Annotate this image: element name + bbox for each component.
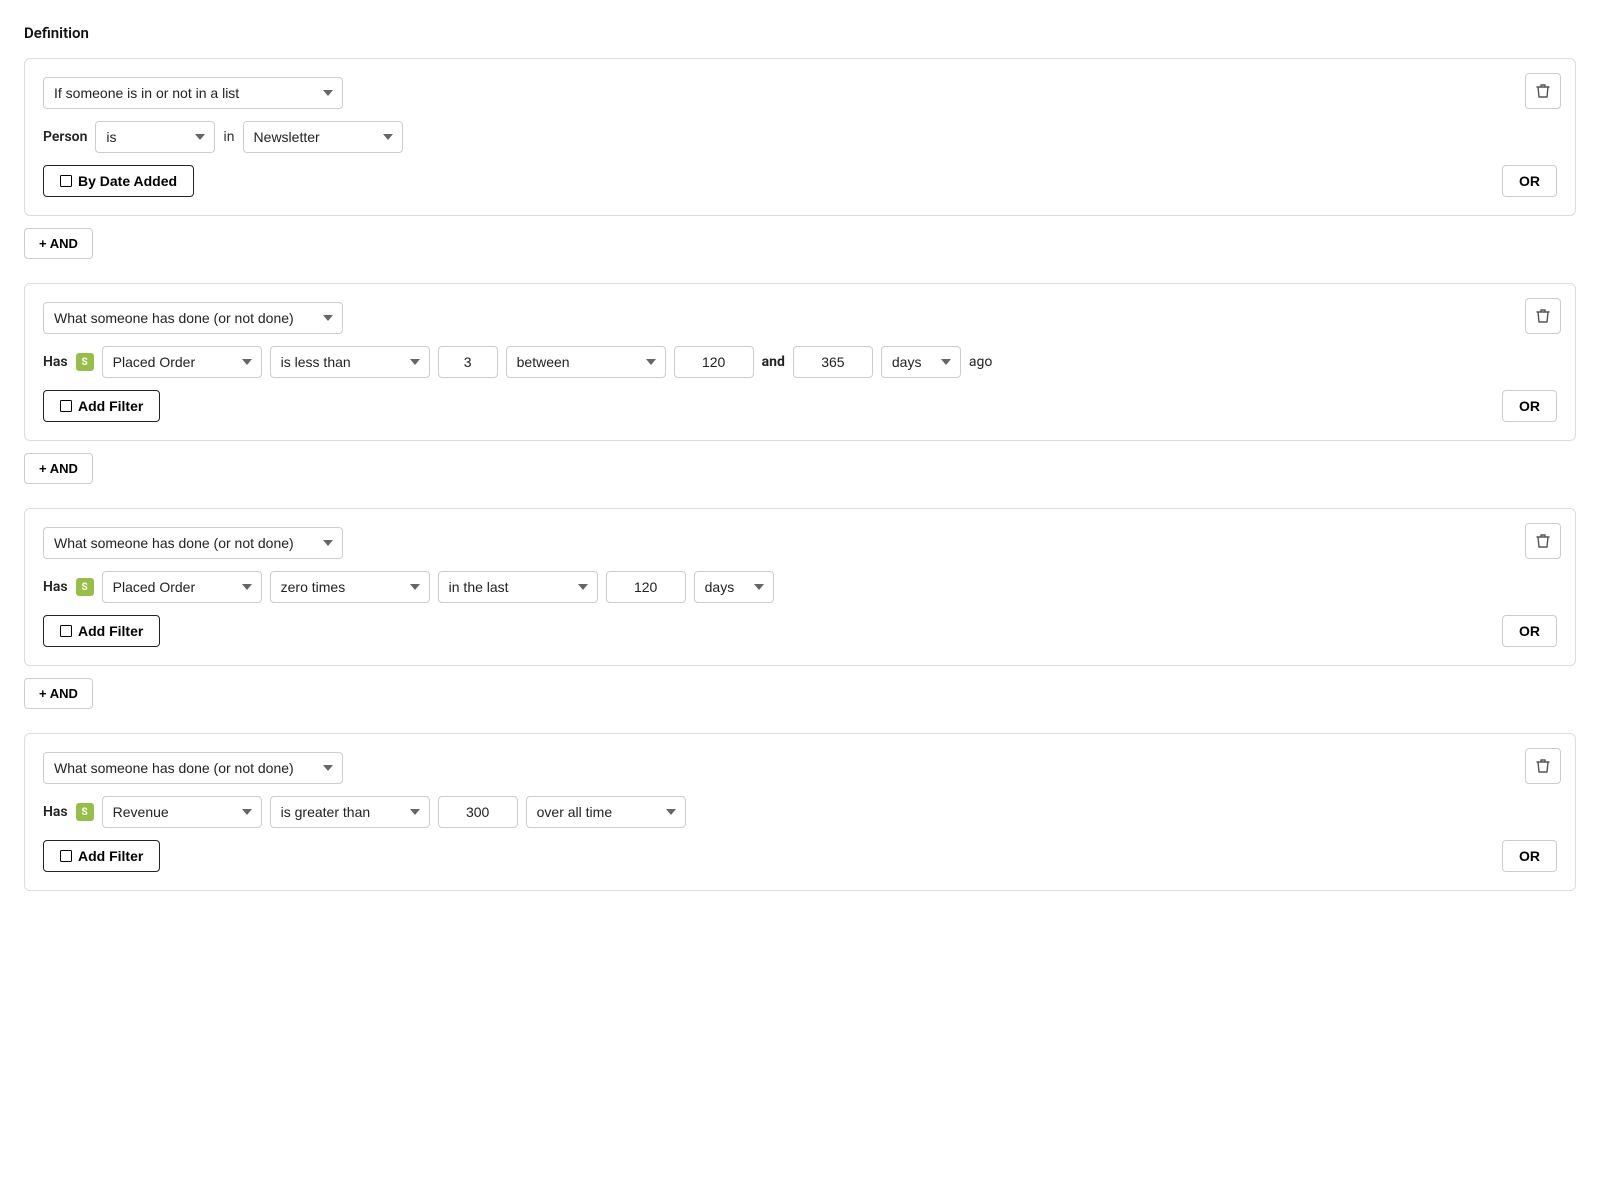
block4-value-input[interactable] — [438, 796, 518, 828]
block4-has-row: Has S Revenue is greater than over all t… — [43, 796, 1557, 828]
delete-block-2-button[interactable] — [1525, 298, 1561, 334]
block2-time-condition-select[interactable]: between — [506, 346, 666, 378]
block4-or-button[interactable]: OR — [1502, 840, 1557, 872]
block4-add-filter-button[interactable]: Add Filter — [43, 840, 160, 872]
block2-and-label: and — [762, 354, 785, 370]
block4-has-label: Has — [43, 804, 68, 820]
and-button-1-container: + AND — [24, 228, 1576, 271]
block4-top-row: What someone has done (or not done) — [43, 752, 1557, 784]
block3-has-row: Has S Placed Order zero times in the las… — [43, 571, 1557, 603]
block1-or-button[interactable]: OR — [1502, 165, 1557, 197]
shopify-icon-block2: S — [76, 353, 94, 371]
condition-block-1: If someone is in or not in a list Person… — [24, 58, 1576, 216]
block4-condition-select[interactable]: is greater than — [270, 796, 430, 828]
condition-block-4: What someone has done (or not done) Has … — [24, 733, 1576, 891]
shopify-icon-block4: S — [76, 803, 94, 821]
condition-block-2: What someone has done (or not done) Has … — [24, 283, 1576, 441]
and-button-3[interactable]: + AND — [24, 678, 93, 709]
block4-time-condition-select[interactable]: over all time — [526, 796, 686, 828]
block2-to-days-input[interactable] — [793, 346, 873, 378]
block2-has-row: Has S Placed Order is less than between … — [43, 346, 1557, 378]
delete-block-3-button[interactable] — [1525, 523, 1561, 559]
in-label: in — [223, 129, 234, 145]
block3-filter-actions: Add Filter OR — [43, 615, 1557, 647]
page-title: Definition — [24, 24, 1576, 42]
and-button-2[interactable]: + AND — [24, 453, 93, 484]
block3-days-unit-select[interactable]: days — [694, 571, 774, 603]
block2-type-select[interactable]: What someone has done (or not done) — [43, 302, 343, 334]
and-button-2-container: + AND — [24, 453, 1576, 496]
block1-person-is-select[interactable]: is — [95, 121, 215, 153]
block3-time-condition-select[interactable]: in the last — [438, 571, 598, 603]
block4-type-select[interactable]: What someone has done (or not done) — [43, 752, 343, 784]
shopify-icon-block3: S — [76, 578, 94, 596]
block2-or-button[interactable]: OR — [1502, 390, 1557, 422]
block1-person-row: Person is in Newsletter — [43, 121, 1557, 153]
block2-has-label: Has — [43, 354, 68, 370]
block3-top-row: What someone has done (or not done) — [43, 527, 1557, 559]
block2-from-days-input[interactable] — [674, 346, 754, 378]
delete-block-4-button[interactable] — [1525, 748, 1561, 784]
block3-event-select[interactable]: Placed Order — [102, 571, 262, 603]
block4-filter-actions: Add Filter OR — [43, 840, 1557, 872]
block3-has-label: Has — [43, 579, 68, 595]
block3-type-select[interactable]: What someone has done (or not done) — [43, 527, 343, 559]
block2-days-unit-select[interactable]: days — [881, 346, 961, 378]
block2-event-select[interactable]: Placed Order — [102, 346, 262, 378]
condition-block-3: What someone has done (or not done) Has … — [24, 508, 1576, 666]
block2-add-filter-button[interactable]: Add Filter — [43, 390, 160, 422]
block2-ago-label: ago — [969, 354, 992, 370]
block4-event-select[interactable]: Revenue — [102, 796, 262, 828]
block1-type-select[interactable]: If someone is in or not in a list — [43, 77, 343, 109]
block2-condition-select[interactable]: is less than — [270, 346, 430, 378]
block2-value-input[interactable] — [438, 346, 498, 378]
block1-by-date-button[interactable]: By Date Added — [43, 165, 194, 197]
block3-condition-select[interactable]: zero times — [270, 571, 430, 603]
block1-list-select[interactable]: Newsletter — [243, 121, 403, 153]
block1-filter-actions: By Date Added OR — [43, 165, 1557, 197]
block2-filter-actions: Add Filter OR — [43, 390, 1557, 422]
block2-top-row: What someone has done (or not done) — [43, 302, 1557, 334]
block3-or-button[interactable]: OR — [1502, 615, 1557, 647]
delete-block-1-button[interactable] — [1525, 73, 1561, 109]
and-button-3-container: + AND — [24, 678, 1576, 721]
block1-top-row: If someone is in or not in a list — [43, 77, 1557, 109]
and-button-1[interactable]: + AND — [24, 228, 93, 259]
person-label: Person — [43, 129, 87, 145]
block3-value-input[interactable] — [606, 571, 686, 603]
block3-add-filter-button[interactable]: Add Filter — [43, 615, 160, 647]
